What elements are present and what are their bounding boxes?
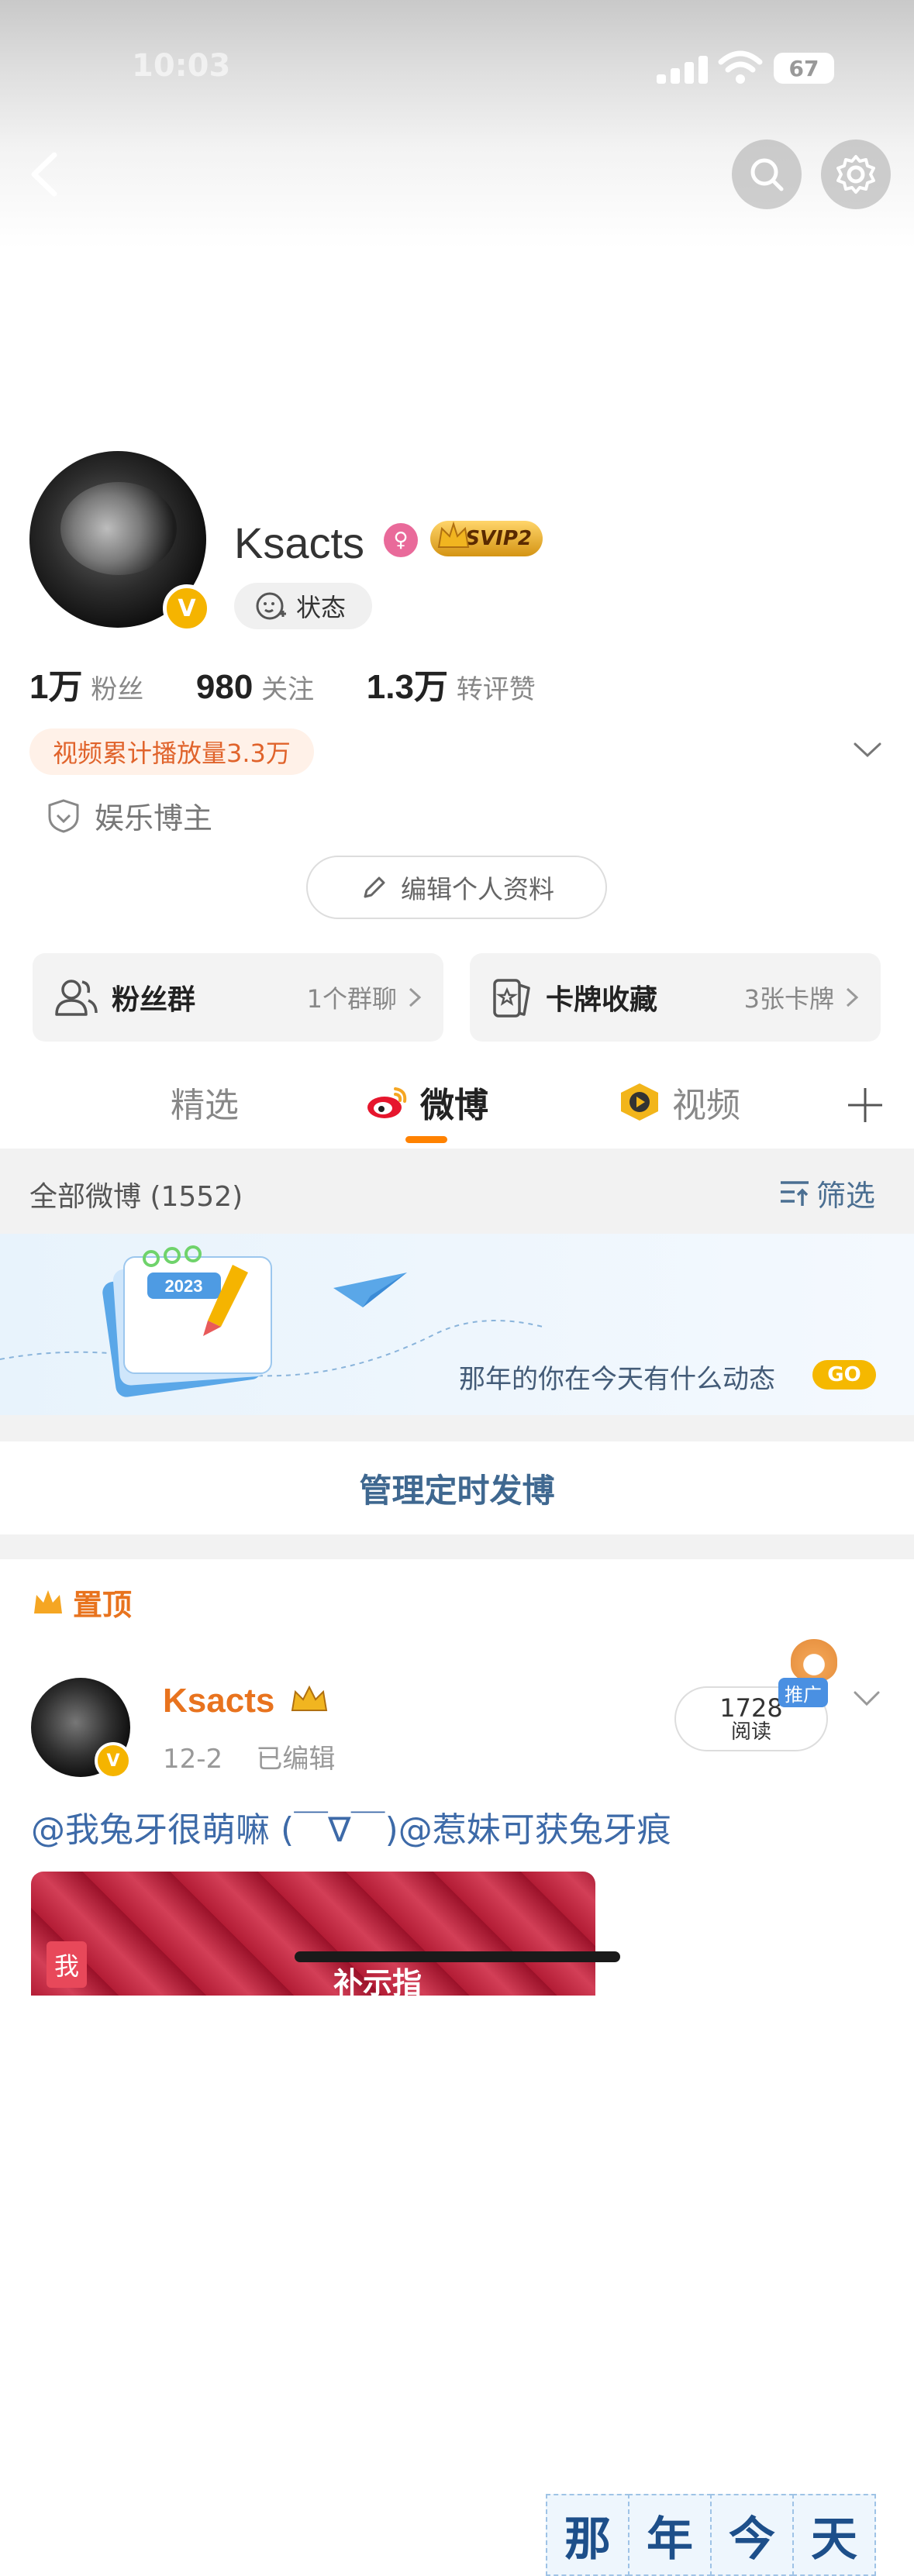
interactions-label: 转评赞 bbox=[456, 674, 536, 705]
fan-group-title: 粉丝群 bbox=[112, 984, 196, 1016]
battery-indicator: 67 bbox=[774, 53, 834, 84]
read-count: 1728 bbox=[719, 1693, 783, 1723]
title-char-4: 天 bbox=[792, 2494, 876, 2576]
post-meta: 12-2 已编辑 bbox=[163, 1737, 335, 1775]
card-collection-card[interactable]: 卡牌收藏 3张卡牌 bbox=[470, 953, 881, 1042]
crown-icon bbox=[34, 1589, 62, 1613]
pinned-label: 置顶 bbox=[31, 1581, 132, 1624]
female-icon: ♀ bbox=[384, 523, 418, 557]
back-arrow-icon[interactable] bbox=[23, 147, 70, 201]
fans-stat[interactable]: 1万 粉丝 bbox=[29, 668, 144, 706]
on-this-day-title: 那 年 今 天 bbox=[546, 2494, 876, 2576]
fans-count: 1万 bbox=[29, 668, 83, 706]
crown-icon bbox=[437, 521, 470, 548]
following-stat[interactable]: 980 关注 bbox=[196, 668, 315, 706]
active-tab-indicator bbox=[405, 1136, 447, 1143]
edit-profile-button[interactable]: 编辑个人资料 bbox=[306, 856, 607, 919]
shield-icon bbox=[48, 798, 79, 833]
vip-crown-icon bbox=[291, 1685, 327, 1711]
interactions-stat[interactable]: 1.3万 转评赞 bbox=[367, 668, 536, 706]
shiba-mascot-icon bbox=[791, 1639, 837, 1682]
profile-stats: 1万 粉丝 980 关注 1.3万 转评赞 bbox=[29, 659, 536, 708]
header-background bbox=[0, 0, 914, 248]
filter-button[interactable]: 筛选 bbox=[778, 1172, 875, 1214]
calendar-year: 2023 bbox=[165, 1276, 203, 1296]
chevron-right-icon bbox=[846, 987, 859, 1007]
status-label: 状态 bbox=[296, 593, 347, 622]
status-button[interactable]: 状态 bbox=[234, 583, 372, 629]
category-row: 娱乐博主 bbox=[47, 794, 212, 837]
following-count: 980 bbox=[195, 668, 254, 706]
profile-username: Ksacts bbox=[234, 518, 365, 567]
post-date: 12-2 bbox=[163, 1744, 223, 1775]
tab-featured-label: 精选 bbox=[171, 1086, 239, 1125]
tab-video[interactable]: 视频 bbox=[616, 1077, 740, 1127]
post-author-name-text: Ksacts bbox=[163, 1682, 275, 1720]
title-char-3: 今 bbox=[710, 2494, 794, 2576]
fans-label: 粉丝 bbox=[91, 674, 144, 705]
video-plays-badge[interactable]: 视频累计播放量3.3万 bbox=[29, 728, 314, 775]
chevron-down-icon[interactable] bbox=[853, 1689, 881, 1708]
verified-badge-icon: V bbox=[95, 1742, 132, 1779]
settings-button[interactable] bbox=[821, 139, 891, 209]
card-collection-title: 卡牌收藏 bbox=[546, 984, 658, 1016]
search-button[interactable] bbox=[732, 139, 802, 209]
go-button[interactable]: GO bbox=[812, 1360, 876, 1390]
tab-weibo[interactable]: 微博 bbox=[364, 1077, 488, 1127]
media-tag: 我 bbox=[47, 1941, 87, 1988]
read-label: 阅读 bbox=[730, 1720, 771, 1744]
on-this-day-subtitle: 那年的你在今天有什么动态 bbox=[459, 1364, 775, 1395]
gear-icon bbox=[836, 155, 875, 194]
card-collection-icon bbox=[493, 979, 530, 1018]
cellular-signal-icon bbox=[657, 56, 708, 84]
promote-badge[interactable]: 推广 bbox=[778, 1678, 828, 1707]
all-posts-count[interactable]: 全部微博 (1552) bbox=[29, 1174, 243, 1214]
profile-tabs: 精选 微博 视频 bbox=[0, 1069, 914, 1147]
post-edited: 已编辑 bbox=[256, 1744, 336, 1775]
fan-group-sub: 1个群聊 bbox=[306, 984, 397, 1014]
post-media-image[interactable] bbox=[31, 1872, 595, 1996]
video-logo-icon bbox=[621, 1083, 658, 1121]
post-author-name[interactable]: Ksacts bbox=[163, 1682, 329, 1720]
on-this-day-banner[interactable]: 2023 那 年 今 天 bbox=[0, 1234, 914, 2576]
status-face-icon bbox=[256, 592, 286, 620]
section-divider bbox=[0, 1534, 914, 1559]
edit-profile-label: 编辑个人资料 bbox=[401, 874, 554, 904]
weibo-logo-icon bbox=[367, 1087, 407, 1118]
section-divider bbox=[0, 1415, 914, 1441]
tab-video-label: 视频 bbox=[672, 1086, 740, 1125]
tab-weibo-label: 微博 bbox=[420, 1086, 488, 1125]
title-char-1: 那 bbox=[546, 2494, 629, 2576]
home-indicator[interactable] bbox=[295, 1951, 620, 1962]
following-label: 关注 bbox=[261, 674, 315, 705]
pinned-text: 置顶 bbox=[73, 1588, 133, 1622]
interactions-count: 1.3万 bbox=[366, 668, 448, 706]
chevron-right-icon bbox=[409, 987, 422, 1007]
filter-icon bbox=[781, 1180, 809, 1206]
fan-group-card[interactable]: 粉丝群 1个群聊 bbox=[33, 953, 443, 1042]
tab-featured[interactable]: 精选 bbox=[171, 1077, 239, 1127]
category-label: 娱乐博主 bbox=[95, 801, 213, 835]
pencil-icon bbox=[364, 876, 385, 898]
title-char-2: 年 bbox=[628, 2494, 712, 2576]
chevron-down-icon[interactable] bbox=[853, 740, 882, 760]
card-collection-sub: 3张卡牌 bbox=[743, 984, 834, 1014]
verified-badge-icon: V bbox=[163, 584, 211, 632]
status-time: 10:03 bbox=[132, 48, 231, 84]
wifi-icon bbox=[718, 50, 763, 84]
post-text[interactable]: @我兔牙很萌嘛 (￣∇￣)@惹妹可获兔牙痕 bbox=[31, 1802, 671, 1851]
filter-label: 筛选 bbox=[816, 1179, 876, 1213]
search-icon bbox=[750, 158, 784, 191]
fans-group-icon bbox=[55, 980, 98, 1016]
add-tab-icon[interactable] bbox=[847, 1087, 884, 1124]
manage-scheduled-posts-button[interactable]: 管理定时发博 bbox=[0, 1441, 914, 1534]
